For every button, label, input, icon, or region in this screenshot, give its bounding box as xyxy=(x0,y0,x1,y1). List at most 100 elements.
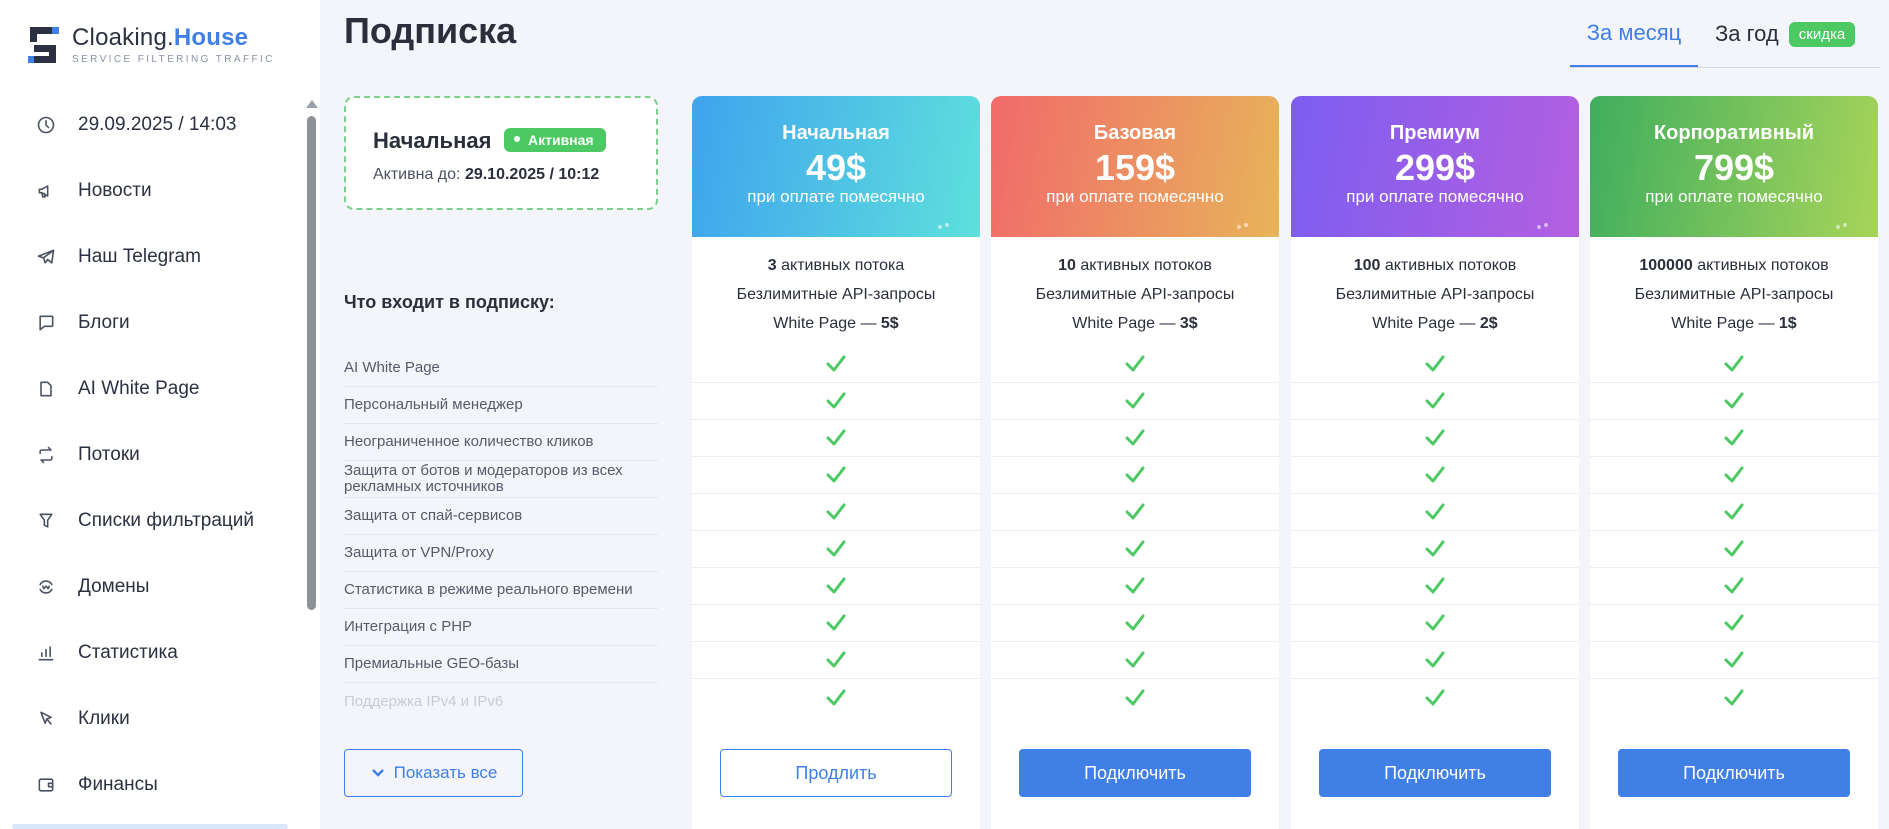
plan-checks xyxy=(692,346,980,716)
sidebar-active-indicator xyxy=(12,824,288,829)
check-icon xyxy=(1724,503,1744,520)
sidebar-item-datetime[interactable]: 29.09.2025 / 14:03 xyxy=(0,92,300,158)
check-row xyxy=(1590,383,1878,420)
sidebar-item-clicks[interactable]: Клики xyxy=(0,686,300,752)
sidebar-item-news[interactable]: Новости xyxy=(0,158,300,224)
sidebar-item-domains[interactable]: Домены xyxy=(0,554,300,620)
check-row xyxy=(692,383,980,420)
scroll-up-arrow-icon[interactable] xyxy=(306,100,318,108)
check-row xyxy=(692,420,980,457)
check-row xyxy=(692,494,980,531)
sidebar-item-flows[interactable]: Потоки xyxy=(0,422,300,488)
feature-item: Премиальные GEO-базы xyxy=(344,646,658,683)
check-row xyxy=(991,605,1279,642)
check-icon xyxy=(1724,466,1744,483)
subscribe-button[interactable]: Подключить xyxy=(1019,749,1251,797)
check-row xyxy=(692,531,980,568)
plan-header: Базовая 159$ при оплате помесячно xyxy=(991,96,1279,237)
renew-button[interactable]: Продлить xyxy=(720,749,952,797)
check-row xyxy=(1291,605,1579,642)
sidebar-item-filter-lists[interactable]: Списки фильтраций xyxy=(0,488,300,554)
tab-month[interactable]: За месяц xyxy=(1570,0,1698,68)
plan-price: 159$ xyxy=(1094,147,1176,188)
plan-period: при оплате помесячно xyxy=(1046,187,1224,206)
check-row xyxy=(991,642,1279,679)
feature-item: Неограниченное количество кликов xyxy=(344,424,658,461)
tab-year[interactable]: За год скидка xyxy=(1715,0,1856,68)
check-row xyxy=(1291,642,1579,679)
plan-period: при оплате помесячно xyxy=(1346,187,1524,206)
sidebar-item-label: Финансы xyxy=(78,774,158,795)
sidebar-item-statistics[interactable]: Статистика xyxy=(0,620,300,686)
plan-api: Безлимитные API-запросы xyxy=(736,286,936,303)
plan-name: Начальная xyxy=(782,122,890,144)
feature-item: Защита от спай-сервисов xyxy=(344,498,658,535)
page-icon xyxy=(36,379,56,399)
plan-header: Начальная 49$ при оплате помесячно xyxy=(692,96,980,237)
check-icon xyxy=(1125,651,1145,668)
plan-streams: 100000 активных потоков xyxy=(1639,257,1829,274)
filter-icon xyxy=(36,511,56,531)
check-row xyxy=(1291,420,1579,457)
plan-streams: 100 активных потоков xyxy=(1353,257,1517,274)
sidebar-item-blogs[interactable]: Блоги xyxy=(0,290,300,356)
plan-header: Корпоративный 799$ при оплате помесячно xyxy=(1590,96,1878,237)
tab-year-label: За год xyxy=(1715,21,1779,46)
sidebar-item-telegram[interactable]: Наш Telegram xyxy=(0,224,300,290)
wallet-icon xyxy=(36,775,56,795)
page-title: Подписка xyxy=(344,10,517,51)
plan-api: Безлимитные API-запросы xyxy=(1335,286,1535,303)
plan-specs: 10 активных потоков Безлимитные API-запр… xyxy=(991,237,1279,338)
clock-icon xyxy=(36,115,56,135)
plan-white-page: White Page — 1$ xyxy=(1671,315,1797,332)
plan-streams: 10 активных потоков xyxy=(1058,257,1212,274)
sidebar-item-label: Домены xyxy=(78,576,150,597)
check-icon xyxy=(1425,429,1445,446)
decor-dots-icon xyxy=(1537,223,1551,229)
check-icon xyxy=(1125,503,1145,520)
subscribe-button[interactable]: Подключить xyxy=(1319,749,1551,797)
sidebar: Cloaking.House SERVICE FILTERING TRAFFIC… xyxy=(0,0,320,829)
scroll-thumb[interactable] xyxy=(307,116,316,610)
check-icon xyxy=(1425,355,1445,372)
status-badge: Активная xyxy=(504,128,606,152)
check-row xyxy=(991,679,1279,716)
check-row xyxy=(991,383,1279,420)
check-icon xyxy=(1125,355,1145,372)
check-row xyxy=(1291,568,1579,605)
flows-icon xyxy=(36,445,56,465)
plan-specs: 100 активных потоков Безлимитные API-зап… xyxy=(1291,237,1579,338)
plan-price: 799$ xyxy=(1693,147,1775,188)
logo[interactable]: Cloaking.House SERVICE FILTERING TRAFFIC xyxy=(26,24,275,65)
features-list: AI White Page Персональный менеджер Неог… xyxy=(344,350,658,720)
check-row xyxy=(1291,531,1579,568)
check-icon xyxy=(1425,651,1445,668)
check-row xyxy=(1590,420,1878,457)
sidebar-item-label: Потоки xyxy=(78,444,140,465)
plan-card-starter: Начальная 49$ при оплате помесячно 3 акт… xyxy=(692,96,980,829)
show-all-button[interactable]: Показать все xyxy=(344,749,523,797)
check-row xyxy=(1590,642,1878,679)
check-icon xyxy=(1425,392,1445,409)
sidebar-item-finance[interactable]: Финансы xyxy=(0,752,300,818)
check-icon xyxy=(826,466,846,483)
feature-item: Персональный менеджер xyxy=(344,387,658,424)
status-dot-icon xyxy=(514,136,520,143)
check-row xyxy=(1291,494,1579,531)
check-icon xyxy=(1425,614,1445,631)
tabs-divider xyxy=(1570,67,1880,68)
check-icon xyxy=(826,614,846,631)
check-icon xyxy=(1125,614,1145,631)
check-row xyxy=(1590,568,1878,605)
check-row xyxy=(1590,679,1878,716)
plan-checks xyxy=(1590,346,1878,716)
check-row xyxy=(991,346,1279,383)
plan-name: Корпоративный xyxy=(1653,122,1815,144)
logo-tagline: SERVICE FILTERING TRAFFIC xyxy=(72,54,275,65)
sidebar-item-ai-white-page[interactable]: AI White Page xyxy=(0,356,300,422)
plan-api: Безлимитные API-запросы xyxy=(1035,286,1235,303)
sidebar-scrollbar[interactable] xyxy=(306,100,318,610)
subscribe-button[interactable]: Подключить xyxy=(1618,749,1850,797)
check-row xyxy=(1590,531,1878,568)
chat-icon xyxy=(36,313,56,333)
